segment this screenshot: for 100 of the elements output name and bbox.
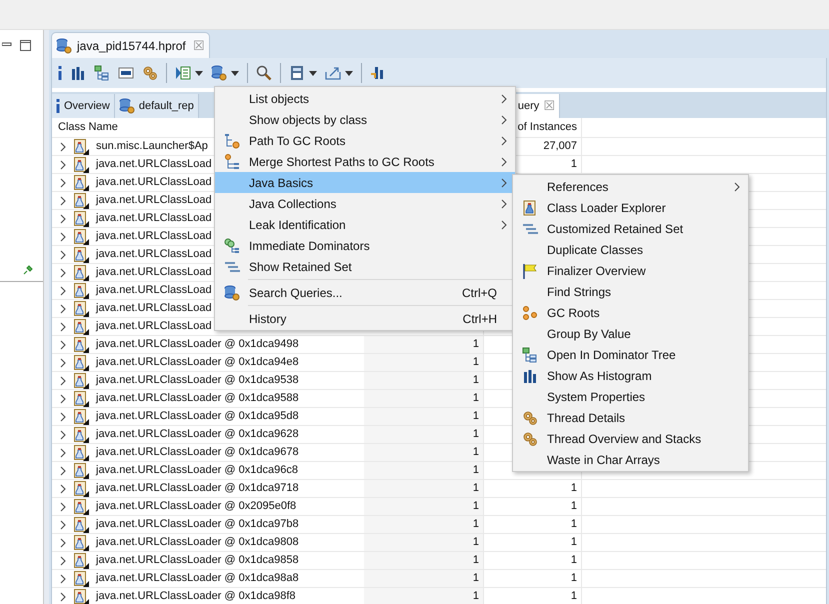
table-cell-text: java.net.URLClassLoader @ 0x1dca9808 <box>96 535 299 550</box>
toolbar-button[interactable] <box>175 65 203 81</box>
toolbar-button[interactable] <box>118 65 134 81</box>
table-cell-text: 1 <box>570 481 577 496</box>
menu-item-label: Show As Histogram <box>547 368 653 384</box>
table-cell: 1 <box>364 372 484 389</box>
database-icon <box>56 38 72 54</box>
toolbar-button[interactable] <box>325 65 353 81</box>
menu-item[interactable]: Class Loader Explorer <box>513 197 748 218</box>
toolbar-button[interactable] <box>211 65 239 81</box>
menu-item-label: History <box>249 310 288 328</box>
info-icon <box>56 99 60 113</box>
toolbar-button[interactable] <box>289 65 317 81</box>
report-icon <box>175 65 191 81</box>
table-cell-text: java.net.URLClassLoader @ 0x1dca9858 <box>96 553 299 568</box>
menu-item-label: Leak Identification <box>249 216 347 234</box>
menu-item-label: Search Queries... <box>249 284 344 302</box>
table-cell-text: sun.misc.Launcher$Ap <box>96 139 208 154</box>
class-loader-icon <box>73 318 89 334</box>
table-cell: 1 <box>364 570 484 587</box>
table-cell-text: 1 <box>570 157 577 172</box>
query-icon <box>224 284 240 300</box>
menu-item[interactable]: Java Basics <box>215 172 515 193</box>
menu-item[interactable]: Search Queries... Ctrl+Q <box>215 282 515 303</box>
menu-item[interactable]: Show Retained Set <box>215 256 515 277</box>
class-loader-icon <box>73 264 89 280</box>
menu-item-label: List objects <box>249 90 310 108</box>
menu-item[interactable]: GC Roots <box>513 302 748 323</box>
menu-item-label: References <box>547 178 610 196</box>
table-cell-text: java.net.URLClassLoad <box>96 319 212 334</box>
query-icon <box>118 98 135 114</box>
path-icon <box>224 132 240 148</box>
menu-item[interactable]: Group By Value <box>513 323 748 344</box>
flag-icon <box>522 262 538 278</box>
query-icon <box>211 65 227 81</box>
menu-item[interactable]: Finalizer Overview <box>513 260 748 281</box>
menu-item[interactable]: System Properties <box>513 386 748 407</box>
menu-item[interactable]: Leak Identification <box>215 214 515 235</box>
table-cell-text: java.net.URLClassLoader @ 0x1dca98a8 <box>96 571 299 586</box>
table-cell-text: java.net.URLClassLoad <box>96 229 212 244</box>
menu-item[interactable]: Show As Histogram <box>513 365 748 386</box>
menu-item[interactable]: Open In Dominator Tree <box>513 344 748 365</box>
menu-item[interactable]: History Ctrl+H <box>215 308 515 329</box>
class-loader-icon <box>73 588 89 604</box>
menu-item[interactable]: Merge Shortest Paths to GC Roots <box>215 151 515 172</box>
table-cell-text: java.net.URLClassLoader @ 0x1dca9718 <box>96 481 299 496</box>
toolbar-button[interactable] <box>70 65 86 81</box>
class-loader-icon <box>73 390 89 406</box>
menu-item[interactable]: Thread Details <box>513 407 748 428</box>
shortcut-label: Ctrl+H <box>462 310 497 328</box>
shortcut-label: Ctrl+Q <box>462 284 497 302</box>
toolbar-button[interactable] <box>370 65 386 81</box>
menu-item[interactable]: List objects <box>215 88 515 109</box>
menu-item[interactable]: Thread Overview and Stacks <box>513 428 748 449</box>
class-loader-icon <box>73 354 89 370</box>
table-cell: 1 <box>364 462 484 479</box>
table-cell: 1 <box>364 534 484 551</box>
class-loader-icon <box>73 210 89 226</box>
table-cell-text: java.net.URLClassLoad <box>96 283 212 298</box>
menu-item[interactable]: Java Collections <box>215 193 515 214</box>
class-loader-icon <box>73 300 89 316</box>
menu-item[interactable]: Find Strings <box>513 281 748 302</box>
table-cell-text: java.net.URLClassLoad <box>96 175 212 190</box>
class-loader-icon <box>73 408 89 424</box>
menu-item[interactable]: References <box>513 176 748 197</box>
view-tab[interactable]: Overview <box>52 94 115 118</box>
class-loader-icon <box>73 372 89 388</box>
maximize-icon[interactable] <box>20 40 31 51</box>
table-cell-text: 1 <box>570 517 577 532</box>
menu-item-label: Class Loader Explorer <box>547 200 667 216</box>
table-cell-text: java.net.URLClassLoader @ 0x1dca9678 <box>96 445 299 460</box>
info-icon <box>58 66 62 80</box>
menu-item-label: Immediate Dominators <box>249 238 371 254</box>
table-cell: 1 <box>364 498 484 515</box>
table-cell-text: java.net.URLClassLoad <box>96 157 212 172</box>
menu-item-label: Duplicate Classes <box>547 242 644 258</box>
table-cell-text: java.net.URLClassLoader @ 0x1dca97b8 <box>96 517 299 532</box>
menu-item-label: Open In Dominator Tree <box>547 346 677 364</box>
class-loader-icon <box>73 516 89 532</box>
tree-icon <box>522 346 538 362</box>
class-loader-icon <box>73 282 89 298</box>
menu-item-label: Waste in Char Arrays <box>547 452 661 468</box>
menu-item[interactable]: Immediate Dominators <box>215 235 515 256</box>
menu-item-label: GC Roots <box>547 304 601 322</box>
editor-tab[interactable]: java_pid15744.hprof ☒ <box>51 32 210 58</box>
table-cell-text: 1 <box>570 553 577 568</box>
menu-item-label: Finalizer Overview <box>547 262 647 280</box>
class-loader-icon <box>73 246 89 262</box>
table-cell-text: java.net.URLClassLoader @ 0x1dca96c8 <box>96 463 298 478</box>
search-icon <box>256 65 272 81</box>
tree-icon <box>94 65 110 81</box>
table-cell-text: 27,007 <box>543 139 577 154</box>
toolbar-button[interactable] <box>256 65 272 81</box>
pin-icon[interactable] <box>23 265 33 275</box>
table-cell-text: java.net.URLClassLoader @ 0x1dca9498 <box>96 337 299 352</box>
menu-item[interactable]: Duplicate Classes <box>513 239 748 260</box>
menu-item[interactable]: Customized Retained Set <box>513 218 748 239</box>
menu-item[interactable]: Waste in Char Arrays <box>513 449 748 470</box>
view-tab[interactable]: default_rep <box>114 94 199 118</box>
table-cell-text: java.net.URLClassLoad <box>96 301 212 316</box>
